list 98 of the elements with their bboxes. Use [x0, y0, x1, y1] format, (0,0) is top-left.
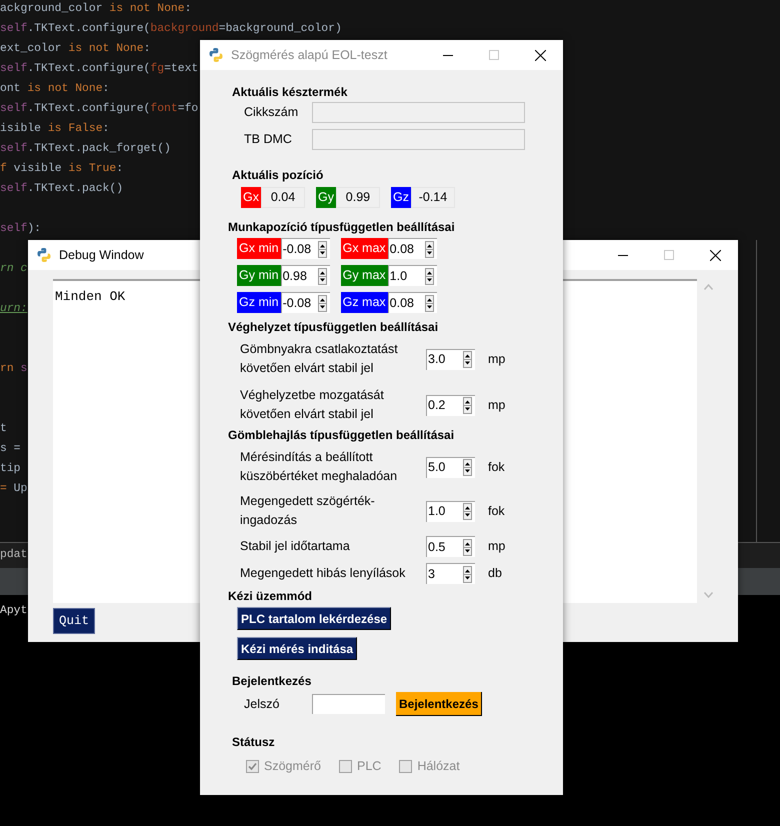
tab-label[interactable]: pdat	[0, 546, 28, 564]
axis-label: Gx	[241, 187, 261, 208]
section-heading: Kézi üzemmód	[228, 588, 314, 604]
code-line: urn:	[0, 302, 28, 318]
password-field[interactable]	[312, 694, 385, 714]
unit-label: fok	[488, 458, 505, 476]
setting-label: Véghelyzetbe mozgatását követően elvárt stabil jel	[240, 387, 385, 423]
code-line: self.TKText.pack_forget()	[0, 142, 171, 158]
spin-box[interactable]: 0.08	[388, 292, 437, 313]
close-icon	[710, 250, 720, 260]
section-heading: Aktuális pozíció	[232, 167, 324, 183]
code-line: self.TKText.configure(background=background_color)	[0, 22, 342, 38]
setting-label: Mérésindítás a beállított küszöbértéket meghaladóan	[240, 449, 398, 485]
limit-label: Gy min	[237, 265, 281, 286]
app-logo-icon	[208, 47, 224, 63]
code-line: ont is not None:	[0, 82, 110, 98]
terminal-text: Apyt	[0, 605, 28, 617]
code-line: s =	[0, 442, 21, 458]
spin-box[interactable]: 0.98	[280, 265, 330, 286]
spin-arrows-icon[interactable]	[318, 294, 327, 312]
code-line: self.TKText.pack()	[0, 182, 124, 198]
spin-box[interactable]: 3	[426, 563, 475, 584]
reading-value: 0.99	[336, 187, 380, 208]
window-title: Szögmérés alapú EOL-teszt	[231, 46, 388, 64]
spin-box[interactable]: -0.08	[280, 238, 330, 259]
unit-label: mp	[488, 396, 506, 414]
quit-button[interactable]: Quit	[53, 608, 96, 634]
app-logo-icon	[36, 247, 52, 263]
section-heading: Munkapozíció típusfüggetlen beállításai	[228, 219, 456, 235]
spin-box[interactable]: 5.0	[426, 456, 475, 478]
password-label: Jelszó	[244, 696, 280, 713]
reading-value: 0.04	[260, 187, 305, 208]
code-line: ackground_color is not None:	[0, 2, 192, 18]
checkbox-label: Hálózat	[417, 758, 460, 775]
spin-arrows-icon[interactable]	[318, 268, 327, 284]
code-line: isible is False:	[0, 122, 110, 138]
code-line: f visible is True:	[0, 162, 124, 178]
spin-arrows-icon[interactable]	[463, 459, 472, 476]
setting-label: Megengedett hibás lenyílások	[240, 565, 406, 582]
field-label: Cikkszám	[244, 104, 300, 122]
unit-label: fok	[488, 502, 505, 520]
reading-value: -0.14	[410, 187, 455, 208]
limit-label: Gx max	[340, 238, 388, 259]
spin-arrows-icon[interactable]	[424, 240, 434, 258]
login-button[interactable]: Bejelentkezés	[396, 692, 482, 716]
section-heading: Bejelentkezés	[232, 673, 312, 689]
output-text: Minden OK	[55, 289, 126, 304]
close-icon	[534, 50, 546, 60]
code-line: self.TKText.configure(font=fo	[0, 102, 198, 118]
spin-box[interactable]: 3.0	[426, 348, 475, 370]
unit-label: db	[488, 565, 502, 582]
code-line: tip	[0, 462, 21, 478]
section-heading: Aktuális késztermék	[232, 84, 348, 100]
spin-arrows-icon[interactable]	[463, 538, 472, 556]
spin-box[interactable]: 1.0	[388, 265, 437, 286]
minimize-icon	[443, 54, 453, 56]
code-line: rn c	[0, 262, 28, 278]
limit-label: Gx min	[237, 238, 281, 259]
field-label: TB DMC	[244, 131, 293, 148]
spin-arrows-icon[interactable]	[463, 351, 472, 368]
spin-box[interactable]: -0.08	[280, 292, 330, 313]
checkbox-label: Szögmérő	[264, 758, 321, 775]
axis-label: Gz	[390, 187, 411, 208]
axis-label: Gy	[316, 187, 336, 208]
section-heading: Státusz	[232, 734, 276, 750]
maximize-icon	[664, 250, 674, 260]
setting-label: Stabil jel időtartama	[240, 538, 351, 555]
spin-arrows-icon[interactable]	[463, 397, 472, 414]
code-line: = Up	[0, 482, 28, 498]
unit-label: mp	[488, 538, 506, 556]
spin-box[interactable]: 1.0	[426, 500, 475, 522]
code-line: t	[0, 422, 7, 438]
spin-arrows-icon[interactable]	[424, 294, 434, 312]
limit-label: Gy max	[340, 265, 388, 286]
setting-label: Megengedett szögérték-ingadozás	[240, 493, 376, 529]
spin-arrows-icon[interactable]	[463, 503, 472, 520]
spin-arrows-icon[interactable]	[318, 240, 327, 258]
window-title: Debug Window	[59, 246, 144, 264]
spin-arrows-icon[interactable]	[424, 268, 434, 284]
code-line: self):	[0, 222, 42, 238]
setting-label: Gömbnyakra csatlakoztatást követően elvárt stabil jel	[240, 341, 399, 377]
action-button[interactable]: Kézi mérés inditása	[237, 637, 358, 660]
code-line: rn s	[0, 362, 28, 378]
checkbox-label: PLC	[356, 758, 382, 775]
maximize-icon	[489, 50, 499, 60]
section-heading: Véghelyzet típusfüggetlen beállításai	[228, 319, 440, 335]
action-button[interactable]: PLC tartalom lekérdezése	[237, 607, 392, 630]
minimize-icon	[618, 254, 628, 256]
limit-label: Gz min	[237, 292, 281, 313]
code-line: ext_color is not None:	[0, 42, 150, 58]
limit-label: Gz max	[340, 292, 388, 313]
spin-box[interactable]: 0.2	[426, 394, 475, 416]
section-heading: Gömblehajlás típusfüggetlen beállításai	[228, 427, 456, 443]
spin-arrows-icon[interactable]	[463, 566, 472, 582]
unit-label: mp	[488, 350, 506, 368]
spin-box[interactable]: 0.08	[388, 238, 437, 259]
code-line: self.TKText.configure(fg=text	[0, 62, 198, 78]
spin-box[interactable]: 0.5	[426, 536, 475, 557]
